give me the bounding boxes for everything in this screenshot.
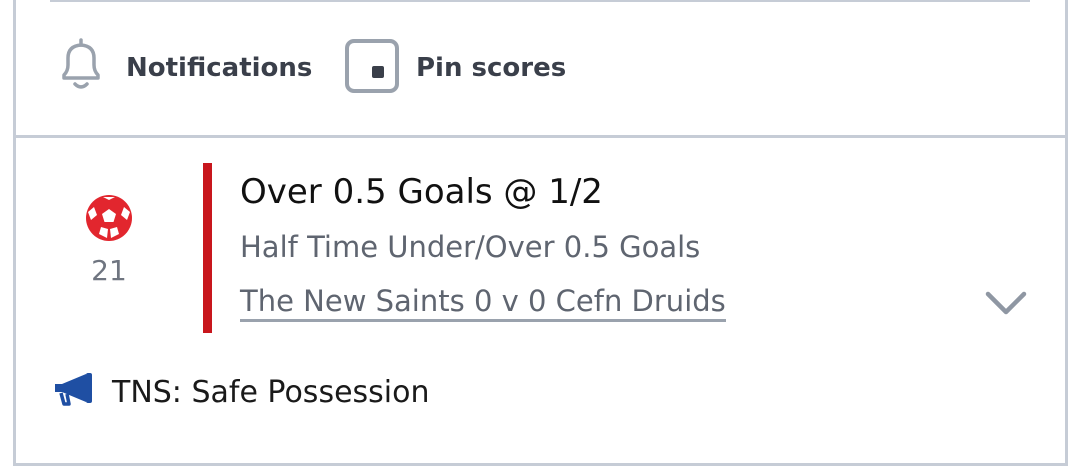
card-border-left [13, 0, 16, 466]
match-minute: 21 [91, 254, 127, 287]
pin-scores-button[interactable]: Pin scores [344, 38, 567, 98]
notifications-label: Notifications [126, 53, 313, 83]
chevron-down-icon[interactable] [984, 290, 1028, 318]
card-border-right [1065, 0, 1068, 466]
pin-checkbox-icon [344, 38, 400, 98]
football-icon [85, 194, 133, 242]
bet-title: Over 0.5 Goals @ 1/2 [240, 172, 603, 212]
pin-scores-label: Pin scores [416, 53, 567, 83]
divider [50, 0, 1030, 2]
match-link[interactable]: The New Saints 0 v 0 Cefn Druids [240, 284, 726, 322]
commentary-row: TNS: Safe Possession [52, 372, 430, 412]
divider [13, 135, 1068, 138]
commentary-text: TNS: Safe Possession [112, 374, 430, 410]
bell-icon [58, 38, 104, 98]
notifications-button[interactable]: Notifications [58, 38, 313, 98]
bet-accent-bar [203, 163, 212, 333]
card-border-bottom [13, 463, 1068, 466]
market-name: Half Time Under/Over 0.5 Goals [240, 230, 701, 264]
megaphone-icon [52, 372, 96, 412]
